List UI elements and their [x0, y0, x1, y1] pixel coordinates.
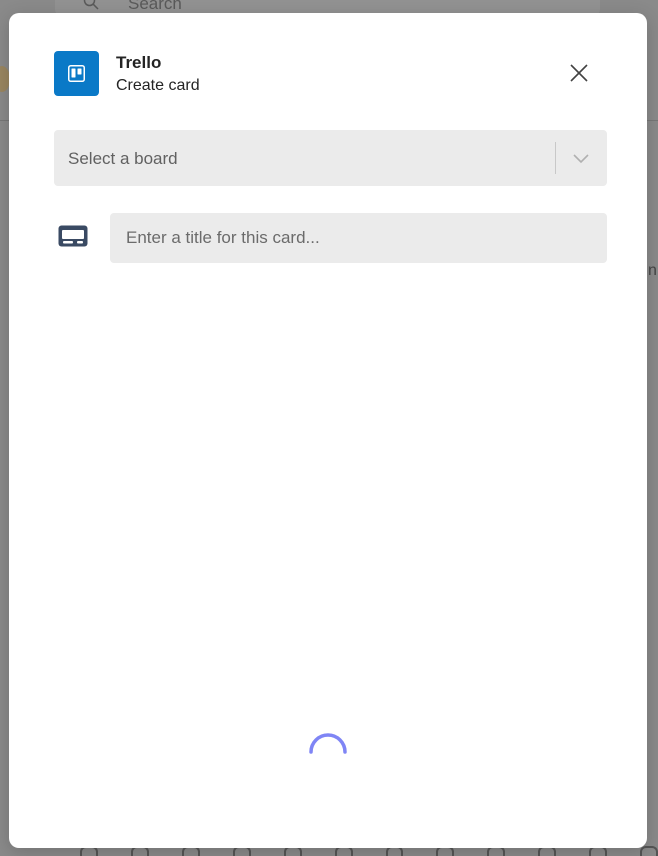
background-search-text: Search: [128, 0, 182, 13]
board-select-dropdown[interactable]: Select a board: [54, 130, 607, 186]
dialog-app-name: Trello: [116, 53, 162, 72]
search-icon: [83, 0, 99, 10]
chevron-down-icon[interactable]: [570, 150, 592, 166]
trello-logo-icon: [54, 51, 99, 96]
toolbar-icon: [640, 846, 658, 856]
card-icon: [58, 225, 88, 247]
dropdown-divider: [555, 142, 556, 174]
dialog-subtitle: Create card: [116, 77, 200, 94]
board-select-label: Select a board: [68, 149, 178, 168]
close-icon: [570, 64, 588, 82]
trello-create-card-dialog: Trello Create card Select a board: [9, 13, 647, 848]
close-button[interactable]: [564, 58, 594, 88]
loading-spinner: [309, 733, 347, 754]
card-title-input[interactable]: [110, 213, 607, 263]
background-edge-text: n: [648, 262, 657, 279]
